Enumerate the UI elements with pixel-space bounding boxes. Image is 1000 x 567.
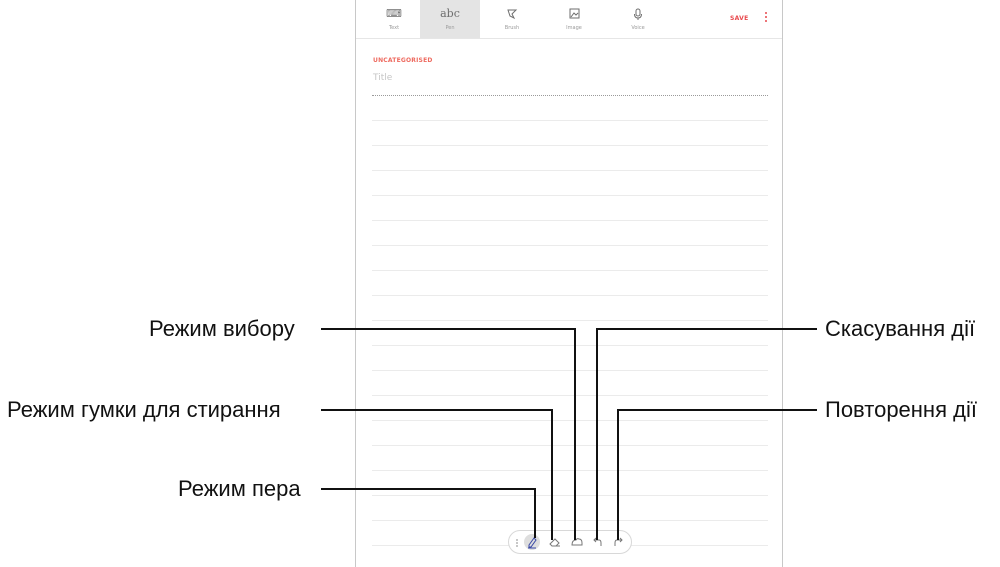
more-options-icon[interactable] — [764, 11, 768, 26]
leader-line-eraser-vertical — [551, 409, 553, 540]
pen-mode-icon[interactable] — [524, 534, 540, 550]
callout-redo: Повторення дії — [825, 397, 977, 422]
leader-line-selection-horizontal — [321, 328, 575, 330]
image-button[interactable]: Image — [544, 0, 604, 38]
note-canvas[interactable] — [372, 96, 768, 551]
keyboard-icon: ⌨ — [386, 7, 402, 20]
brush-button[interactable]: Brush — [482, 0, 542, 38]
pen-input-label: Pen — [445, 25, 455, 31]
leader-line-undo-vertical — [596, 328, 598, 540]
voice-button[interactable]: Voice — [608, 0, 668, 38]
drag-handle-icon[interactable] — [516, 539, 518, 548]
pen-toolbar — [508, 530, 632, 554]
brush-label: Brush — [504, 25, 520, 31]
leader-line-selection-vertical — [574, 328, 576, 540]
image-icon — [544, 8, 604, 22]
text-mode-button[interactable]: ⌨ Text — [364, 0, 424, 38]
leader-line-eraser-horizontal — [321, 409, 552, 411]
callout-pen-mode: Режим пера — [178, 476, 301, 501]
leader-line-pen-vertical — [534, 488, 536, 538]
callout-eraser-mode: Режим гумки для стирання — [7, 397, 281, 422]
text-mode-label: Text — [388, 25, 400, 31]
undo-icon[interactable] — [590, 534, 606, 550]
save-button[interactable]: SAVE — [730, 15, 749, 22]
title-field[interactable]: Title — [373, 73, 392, 83]
pen-input-button[interactable]: abc Pen — [420, 0, 480, 38]
leader-line-redo-vertical — [617, 409, 619, 540]
leader-line-undo-horizontal — [596, 328, 817, 330]
abc-icon: abc — [440, 7, 460, 20]
editor-toolbar: ⌨ Text abc Pen Brush Image Voice SAVE — [356, 0, 782, 39]
callout-undo: Скасування дії — [825, 316, 976, 341]
category-label[interactable]: UNCATEGORISED — [373, 57, 433, 64]
brush-icon — [482, 8, 542, 23]
leader-line-redo-horizontal — [617, 409, 817, 411]
callout-selection-mode: Режим вибору — [149, 316, 295, 341]
voice-label: Voice — [631, 25, 645, 31]
image-label: Image — [566, 25, 582, 31]
microphone-icon — [608, 8, 668, 24]
leader-line-pen-horizontal — [321, 488, 535, 490]
eraser-icon[interactable] — [547, 534, 563, 550]
note-editor-screen: ⌨ Text abc Pen Brush Image Voice SAVE UN… — [355, 0, 783, 567]
selection-mode-icon[interactable] — [569, 534, 585, 550]
